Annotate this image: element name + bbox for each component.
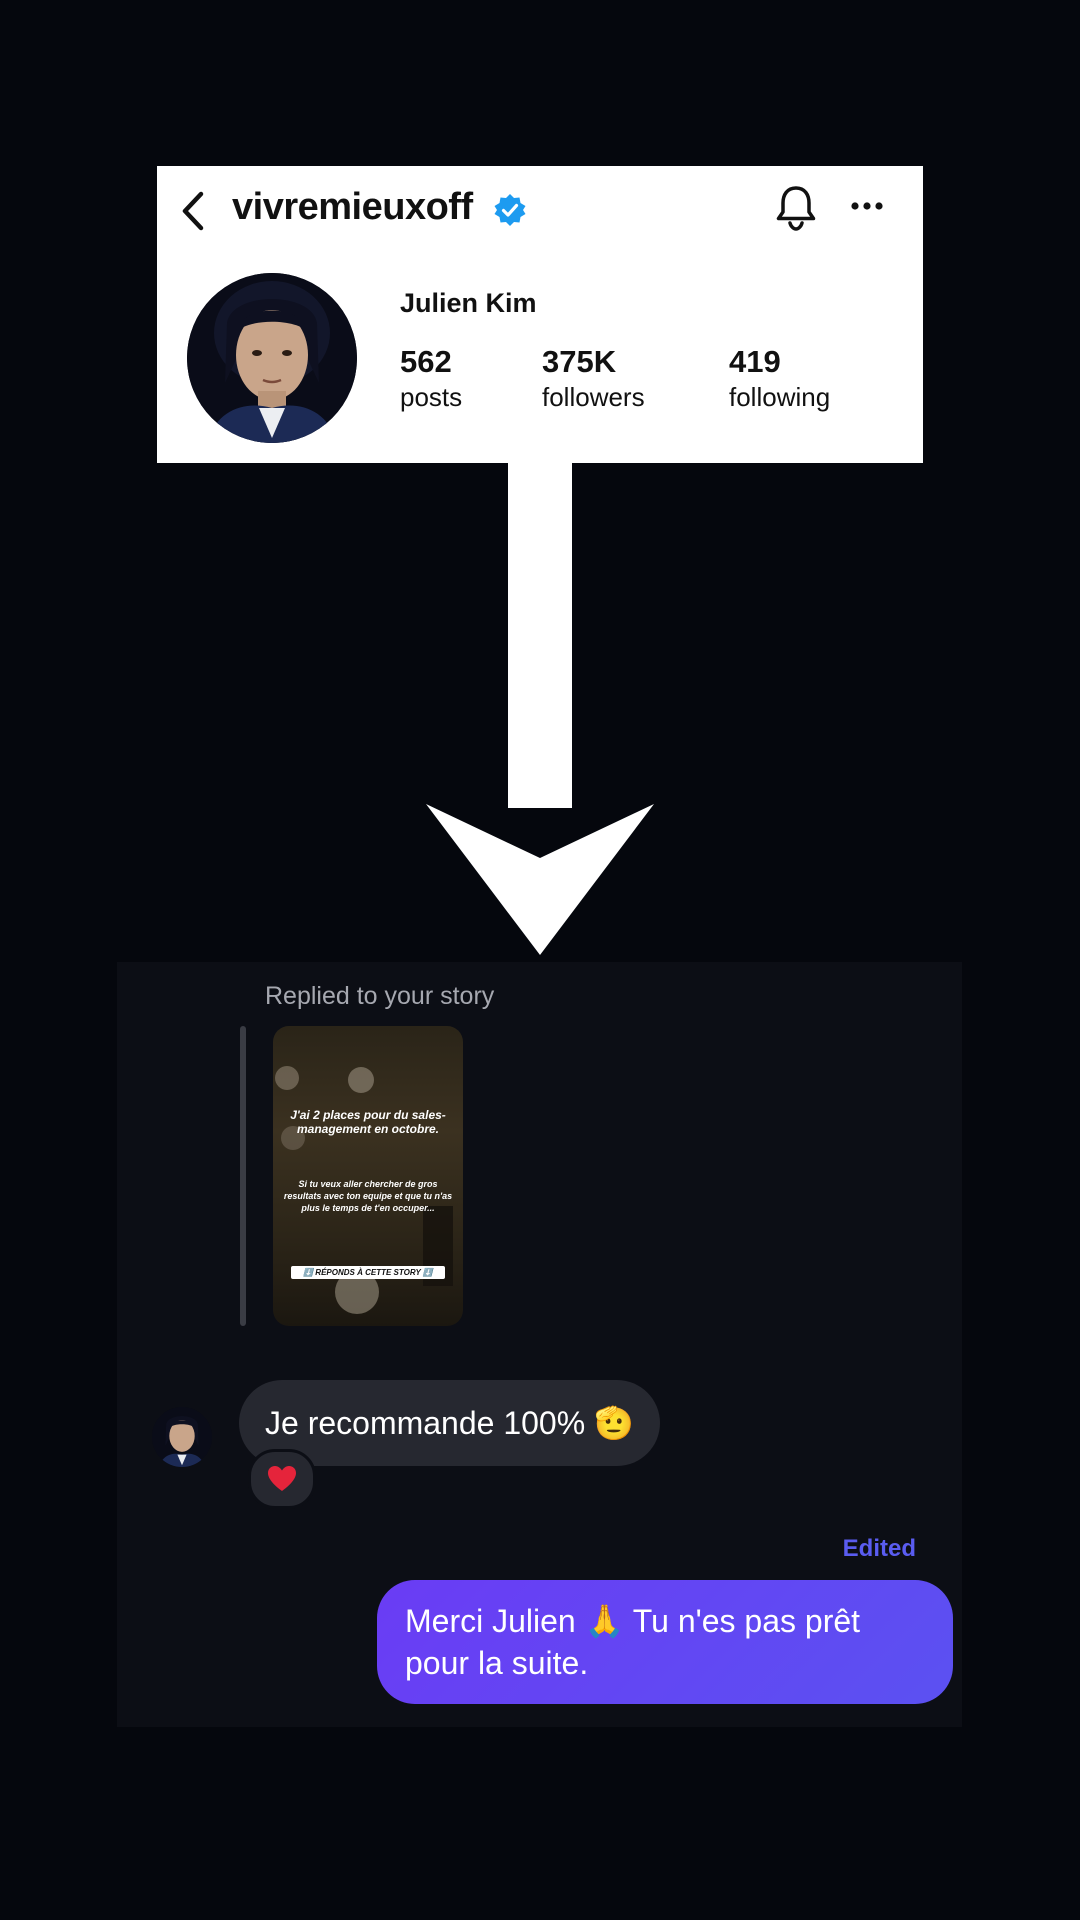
avatar-portrait-image bbox=[152, 1407, 212, 1467]
stat-posts[interactable]: 562 posts bbox=[400, 344, 462, 414]
stat-label: posts bbox=[400, 382, 463, 412]
stat-label: following bbox=[729, 382, 831, 412]
edited-label: Edited bbox=[842, 1535, 916, 1562]
stat-label: followers bbox=[542, 382, 645, 412]
verified-badge-icon bbox=[494, 194, 526, 226]
bell-icon[interactable] bbox=[774, 184, 818, 232]
chevron-left-icon[interactable] bbox=[177, 188, 211, 234]
stat-value: 375K bbox=[542, 344, 617, 379]
dm-conversation: Replied to your story J'ai 2 places pour… bbox=[117, 962, 962, 1727]
down-arrow-icon bbox=[426, 463, 654, 955]
sender-avatar[interactable] bbox=[152, 1407, 212, 1467]
story-background-image bbox=[275, 1066, 453, 1314]
story-body: Si tu veux aller chercher de gros result… bbox=[283, 1179, 453, 1213]
profile-header-card: vivremieuxoff Julien Kim 562 posts 375K … bbox=[157, 166, 923, 463]
avatar-portrait-image bbox=[187, 273, 357, 443]
story-thumbnail[interactable]: J'ai 2 places pour du sales-management e… bbox=[273, 1026, 463, 1326]
stat-value: 419 bbox=[729, 344, 781, 379]
stat-followers[interactable]: 375K followers bbox=[542, 344, 645, 414]
outgoing-message-bubble[interactable]: Merci Julien 🙏 Tu n'es pas prêt pour la … bbox=[377, 1580, 953, 1704]
heart-reaction[interactable] bbox=[248, 1449, 316, 1509]
profile-display-name: Julien Kim bbox=[400, 288, 537, 318]
profile-username: vivremieuxoff bbox=[232, 186, 473, 228]
stat-value: 562 bbox=[400, 344, 452, 379]
story-cta: ⬇️ RÉPONDS À CETTE STORY ⬇️ bbox=[291, 1266, 445, 1279]
story-headline: J'ai 2 places pour du sales-management e… bbox=[290, 1108, 446, 1136]
incoming-message-text: Je recommande 100% 🫡 bbox=[265, 1405, 634, 1441]
outgoing-message-text: Merci Julien 🙏 Tu n'es pas prêt pour la … bbox=[405, 1603, 861, 1681]
profile-avatar[interactable] bbox=[187, 273, 357, 443]
stat-following[interactable]: 419 following bbox=[729, 344, 830, 414]
replied-to-story-label: Replied to your story bbox=[265, 982, 495, 1010]
reply-indicator-bar bbox=[240, 1026, 246, 1326]
heart-icon bbox=[268, 1466, 296, 1491]
page: vivremieuxoff Julien Kim 562 posts 375K … bbox=[0, 0, 1080, 1920]
more-horizontal-icon[interactable] bbox=[850, 200, 884, 212]
